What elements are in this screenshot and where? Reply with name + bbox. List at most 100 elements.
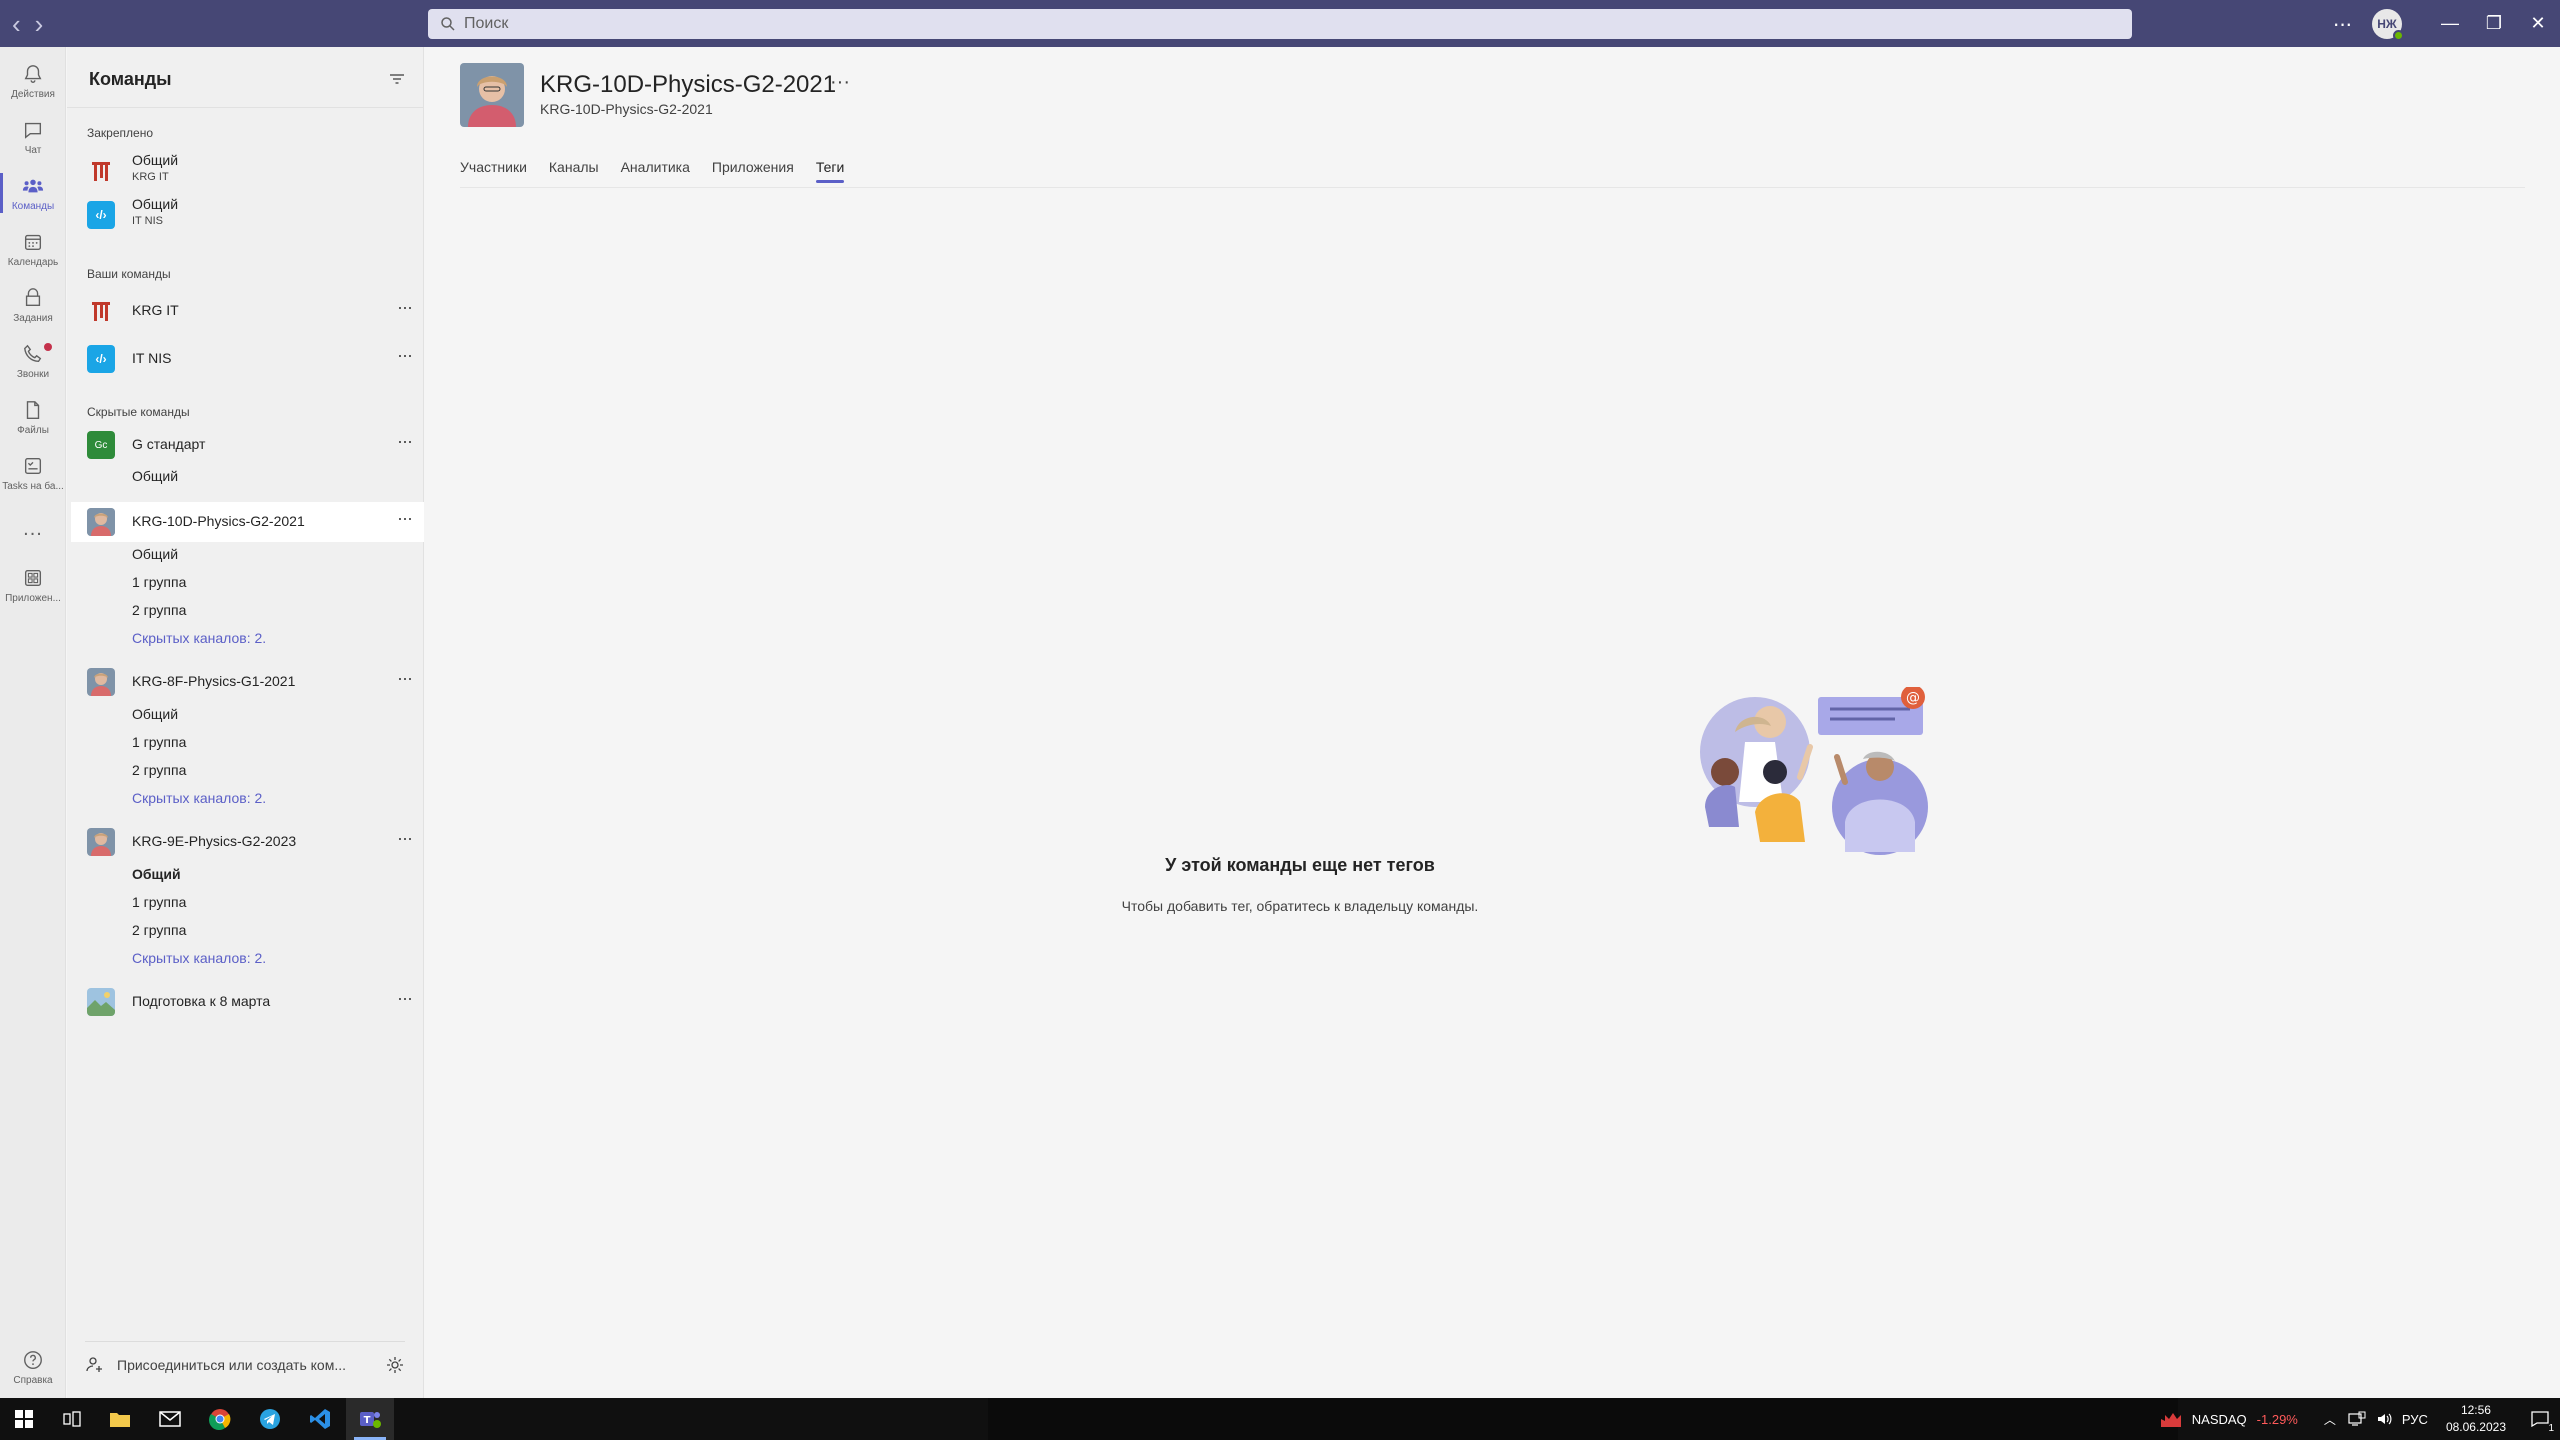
krg-it-logo-icon	[87, 297, 115, 325]
channel-item[interactable]: 2 группа	[132, 762, 186, 778]
pinned-channel[interactable]: Общий KRG IT	[71, 149, 424, 193]
channel-item[interactable]: Общий	[132, 468, 178, 484]
notification-center-icon[interactable]: 1	[2520, 1398, 2560, 1440]
divider	[85, 1341, 405, 1342]
channel-team: KRG IT	[132, 171, 169, 183]
vscode-icon[interactable]	[296, 1398, 344, 1440]
rail-assignments[interactable]: Задания	[0, 277, 66, 333]
channel-item[interactable]: 1 группа	[132, 574, 186, 590]
tab-members[interactable]: Участники	[460, 159, 527, 183]
notification-dot-icon	[44, 343, 52, 351]
clock[interactable]: 12:56 08.06.2023	[2446, 1402, 2506, 1436]
team-item[interactable]: KRG-9E-Physics-G2-2023 ···	[71, 822, 424, 862]
channel-item[interactable]: 1 группа	[132, 734, 186, 750]
section-pinned: Закреплено	[87, 126, 153, 140]
app-rail: Действия Чат Команды Календарь Задания З…	[0, 47, 66, 1398]
search-box[interactable]: Поиск	[428, 9, 2132, 39]
rail-tasks[interactable]: Tasks на ба...	[0, 445, 66, 501]
page-subtitle: KRG-10D-Physics-G2-2021	[540, 101, 713, 117]
close-icon[interactable]: ✕	[2516, 0, 2560, 47]
team-name: KRG-8F-Physics-G1-2021	[132, 673, 296, 689]
hidden-channels-link[interactable]: Скрытых каналов: 2.	[132, 790, 266, 806]
team-item[interactable]: Подготовка к 8 марта ···	[71, 982, 424, 1022]
windows-taskbar: T NASDAQ -1.29% ︿ РУС 12:56 08.06.2023 1	[0, 1398, 2560, 1440]
team-item[interactable]: Gс G стандарт ···	[71, 425, 424, 465]
rail-help[interactable]: Справка	[0, 1339, 66, 1395]
team-initials-avatar: Gс	[87, 431, 115, 459]
teams-app-icon[interactable]: T	[346, 1398, 394, 1440]
more-options-icon[interactable]: ···	[397, 297, 413, 318]
team-name: KRG-9E-Physics-G2-2023	[132, 833, 297, 849]
hidden-channels-link[interactable]: Скрытых каналов: 2.	[132, 630, 266, 646]
notification-count: 1	[2548, 1423, 2554, 1434]
channel-team: IT NIS	[132, 215, 163, 227]
rail-label: Tasks на ба...	[2, 480, 64, 492]
more-options-icon[interactable]: ···	[397, 508, 413, 529]
rail-files[interactable]: Файлы	[0, 389, 66, 445]
divider	[67, 107, 424, 108]
clock-time: 12:56	[2460, 1403, 2491, 1417]
more-options-icon[interactable]: ···	[397, 828, 413, 849]
channel-item[interactable]: Общий	[132, 546, 178, 562]
rail-apps[interactable]: Приложен...	[0, 557, 66, 613]
more-options-icon[interactable]: ···	[397, 668, 413, 689]
tab-channels[interactable]: Каналы	[549, 159, 599, 183]
restore-icon[interactable]: ❐	[2472, 0, 2516, 47]
clock-date: 08.06.2023	[2445, 1420, 2506, 1434]
hidden-channels-link[interactable]: Скрытых каналов: 2.	[132, 950, 266, 966]
rail-teams[interactable]: Команды	[0, 165, 66, 221]
team-item-active[interactable]: KRG-10D-Physics-G2-2021 ···	[71, 502, 424, 542]
minimize-icon[interactable]: —	[2428, 0, 2472, 47]
windows-start-icon[interactable]	[0, 1398, 48, 1440]
empty-state-title: У этой команды еще нет тегов	[1165, 855, 1435, 875]
team-item[interactable]: ‹/› IT NIS ···	[71, 335, 424, 383]
chevron-up-icon[interactable]: ︿	[2324, 1411, 2336, 1428]
task-view-icon[interactable]	[48, 1398, 96, 1440]
assignments-icon	[25, 287, 41, 306]
team-item[interactable]: KRG-8F-Physics-G1-2021 ···	[71, 662, 424, 702]
search-placeholder: Поиск	[464, 15, 509, 32]
rail-chat[interactable]: Чат	[0, 109, 66, 165]
it-nis-logo-icon: ‹/›	[87, 201, 115, 229]
file-explorer-icon[interactable]	[96, 1398, 144, 1440]
channel-item[interactable]: 2 группа	[132, 602, 186, 618]
network-icon[interactable]	[2348, 1411, 2366, 1427]
settings-more-icon[interactable]: ···	[2322, 11, 2362, 37]
rail-calendar[interactable]: Календарь	[0, 221, 66, 277]
rail-activity[interactable]: Действия	[0, 53, 66, 109]
forward-arrow-icon[interactable]: ›	[35, 11, 44, 37]
chrome-icon[interactable]	[196, 1398, 244, 1440]
team-name: KRG IT	[132, 302, 179, 318]
teams-icon	[22, 179, 44, 192]
avatar-initials: НЖ	[2377, 16, 2397, 31]
channel-item[interactable]: 1 группа	[132, 894, 186, 910]
volume-icon[interactable]	[2376, 1411, 2392, 1427]
user-avatar[interactable]: НЖ	[2372, 8, 2404, 41]
telegram-icon[interactable]	[246, 1398, 294, 1440]
stock-change: -1.29%	[2256, 1411, 2298, 1427]
language-indicator[interactable]: РУС	[2402, 1412, 2428, 1427]
rail-more[interactable]: ...	[0, 501, 66, 557]
more-options-icon[interactable]: ···	[397, 345, 413, 366]
mail-icon[interactable]	[146, 1398, 194, 1440]
tab-analytics[interactable]: Аналитика	[621, 159, 690, 183]
taskbar-preview-area	[988, 1398, 2178, 1440]
rail-calls[interactable]: Звонки	[0, 333, 66, 389]
channel-item[interactable]: Общий	[132, 706, 178, 722]
team-item[interactable]: KRG IT ···	[71, 287, 424, 335]
back-arrow-icon[interactable]: ‹	[12, 11, 21, 37]
join-or-create-team-button[interactable]: Присоединиться или создать ком...	[85, 1355, 405, 1375]
rail-label: Приложен...	[5, 592, 61, 604]
filter-icon[interactable]	[387, 69, 407, 89]
teams-sidebar: Команды Закреплено Общий KRG IT ‹/› Общи…	[67, 47, 424, 1398]
more-options-icon[interactable]: ···	[397, 988, 413, 1009]
pinned-channel[interactable]: ‹/› Общий IT NIS	[71, 193, 424, 237]
channel-item-unread[interactable]: Общий	[132, 866, 181, 882]
channel-item[interactable]: 2 группа	[132, 922, 186, 938]
stock-widget[interactable]: NASDAQ -1.29%	[2160, 1410, 2298, 1428]
tab-apps[interactable]: Приложения	[712, 159, 794, 183]
more-options-icon[interactable]: ···	[397, 431, 413, 452]
tab-tags[interactable]: Теги	[815, 159, 845, 183]
more-options-icon[interactable]: ···	[830, 71, 850, 94]
gear-icon[interactable]	[385, 1355, 405, 1375]
